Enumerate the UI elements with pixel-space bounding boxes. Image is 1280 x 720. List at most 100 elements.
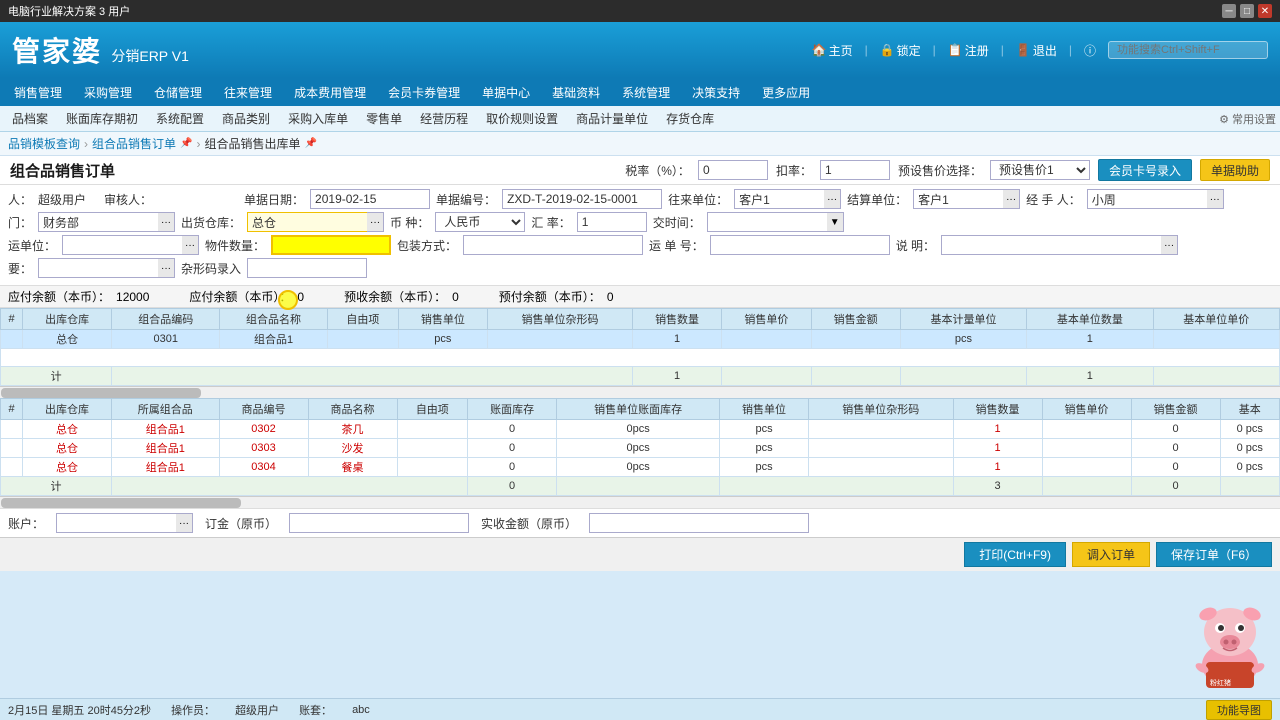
nav-purchase[interactable]: 采购管理 bbox=[74, 82, 142, 103]
print-button[interactable]: 打印(Ctrl+F9) bbox=[964, 542, 1066, 567]
main-table-hscroll-bar[interactable] bbox=[1, 388, 201, 398]
nav-warehouse[interactable]: 仓储管理 bbox=[144, 82, 212, 103]
exit-button[interactable]: 🚪 退出 bbox=[1016, 42, 1057, 59]
subnav-purchase-in[interactable]: 采购入库单 bbox=[280, 108, 356, 129]
subnav-uom[interactable]: 商品计量单位 bbox=[568, 108, 656, 129]
dept-dots[interactable]: ··· bbox=[158, 212, 175, 232]
warehouse-input[interactable] bbox=[247, 212, 367, 232]
sub-cell-stock: 0 bbox=[468, 439, 557, 458]
import-button[interactable]: 调入订单 bbox=[1072, 542, 1150, 567]
subnav-archive[interactable]: 品档案 bbox=[4, 108, 56, 129]
order-label: 订金（原币） bbox=[205, 515, 277, 532]
shipping-unit-dots[interactable]: ··· bbox=[182, 235, 199, 255]
package-input[interactable] bbox=[463, 235, 643, 255]
info-button[interactable]: ⓘ bbox=[1084, 42, 1096, 59]
note-label: 说 明： bbox=[896, 237, 935, 254]
settings-button[interactable]: ⚙ 常用设置 bbox=[1219, 111, 1276, 127]
dept-input[interactable] bbox=[38, 212, 158, 232]
nav-sales[interactable]: 销售管理 bbox=[4, 82, 72, 103]
requirement-input[interactable] bbox=[38, 258, 158, 278]
nav-transactions[interactable]: 往来管理 bbox=[214, 82, 282, 103]
maximize-button[interactable]: □ bbox=[1240, 4, 1254, 18]
exchange-dots[interactable]: ▼ bbox=[827, 212, 844, 232]
nav-costs[interactable]: 成本费用管理 bbox=[284, 82, 376, 103]
sub-table-row[interactable]: 总仓 组合品1 0303 沙发 0 0pcs pcs 1 0 0 pcs bbox=[1, 439, 1280, 458]
handler-dots[interactable]: ··· bbox=[1207, 189, 1224, 209]
breadcrumb-item-1[interactable]: 品销模板查询 bbox=[8, 135, 80, 152]
nav-system[interactable]: 系统管理 bbox=[612, 82, 680, 103]
handler-field: ··· bbox=[1087, 189, 1224, 209]
member-card-button[interactable]: 会员卡号录入 bbox=[1098, 159, 1192, 181]
th-base-unit: 基本计量单位 bbox=[900, 309, 1026, 330]
nav-more[interactable]: 更多应用 bbox=[752, 82, 820, 103]
discount-input[interactable] bbox=[820, 160, 890, 180]
warehouse-dots[interactable]: ··· bbox=[367, 212, 384, 232]
nav-documents[interactable]: 单据中心 bbox=[472, 82, 540, 103]
sub-table-hscroll-bar[interactable] bbox=[1, 498, 241, 508]
nav-basics[interactable]: 基础资料 bbox=[542, 82, 610, 103]
minimize-button[interactable]: ─ bbox=[1222, 4, 1236, 18]
exchange-field: ▼ bbox=[707, 212, 844, 232]
date-input[interactable] bbox=[310, 189, 430, 209]
rate-input[interactable] bbox=[577, 212, 647, 232]
sub-cell-qty: 1 bbox=[953, 439, 1042, 458]
tax-input[interactable] bbox=[698, 160, 768, 180]
th-code: 组合品编码 bbox=[112, 309, 220, 330]
preset-select[interactable]: 预设售价1 bbox=[990, 160, 1090, 180]
sub-th-seq: # bbox=[1, 399, 23, 420]
handler-input[interactable] bbox=[1087, 189, 1207, 209]
form-row-3: 运单位： ··· 物件数量： 包装方式： 运 单 号： 说 明： ··· bbox=[8, 235, 1272, 255]
docno-input[interactable] bbox=[502, 189, 662, 209]
sub-table-row[interactable]: 总仓 组合品1 0302 茶几 0 0pcs pcs 1 0 0 pcs bbox=[1, 420, 1280, 439]
requirement-dots[interactable]: ··· bbox=[158, 258, 175, 278]
form-row-2: 门： ··· 出货仓库： ··· 币 种： 人民币 汇 率： 交时间： ▼ bbox=[8, 212, 1272, 232]
home-button[interactable]: 🏠 主页 bbox=[812, 42, 853, 59]
shipping-no-input[interactable] bbox=[710, 235, 890, 255]
save-button[interactable]: 保存订单（F6） bbox=[1156, 542, 1272, 567]
account-dots[interactable]: ··· bbox=[176, 513, 193, 533]
settle-unit-input[interactable] bbox=[913, 189, 1003, 209]
close-button[interactable]: ✕ bbox=[1258, 4, 1272, 18]
actual-input[interactable] bbox=[589, 513, 809, 533]
sub-table-hscroll[interactable] bbox=[0, 496, 1280, 508]
sub-th-unit-stock: 销售单位账面库存 bbox=[557, 399, 720, 420]
cell-amount bbox=[811, 330, 900, 349]
main-table-hscroll[interactable] bbox=[0, 386, 1280, 398]
order-input[interactable] bbox=[289, 513, 469, 533]
shipping-unit-input[interactable] bbox=[62, 235, 182, 255]
settle-unit-dots[interactable]: ··· bbox=[1003, 189, 1020, 209]
footer-label: 计 bbox=[1, 367, 112, 386]
register-button[interactable]: 📋 注册 bbox=[948, 42, 989, 59]
target-unit-input[interactable] bbox=[734, 189, 824, 209]
note-input[interactable] bbox=[941, 235, 1161, 255]
assist-button[interactable]: 单据助助 bbox=[1200, 159, 1270, 181]
parts-count-input[interactable] bbox=[271, 235, 391, 255]
account-input[interactable] bbox=[56, 513, 176, 533]
note-dots[interactable]: ··· bbox=[1161, 235, 1178, 255]
th-unit: 销售单位 bbox=[398, 309, 487, 330]
currency-select[interactable]: 人民币 bbox=[435, 212, 525, 232]
sub-cell-warehouse: 总仓 bbox=[23, 439, 112, 458]
subnav-pricing[interactable]: 取价规则设置 bbox=[478, 108, 566, 129]
nav-membership[interactable]: 会员卡券管理 bbox=[378, 82, 470, 103]
exchange-input[interactable] bbox=[707, 212, 827, 232]
func-search-input[interactable] bbox=[1108, 41, 1268, 59]
table-row[interactable]: 总仓 0301 组合品1 pcs 1 pcs 1 bbox=[1, 330, 1280, 349]
tax-label: 税率（%）： bbox=[625, 162, 690, 179]
sub-table-row[interactable]: 总仓 组合品1 0304 餐桌 0 0pcs pcs 1 0 0 pcs bbox=[1, 458, 1280, 477]
subnav-retail[interactable]: 零售单 bbox=[358, 108, 410, 129]
breadcrumb-item-2[interactable]: 组合品销售订单 bbox=[92, 135, 176, 152]
sub-cell-name: 餐桌 bbox=[308, 458, 397, 477]
sub-cell-qty: 1 bbox=[953, 420, 1042, 439]
nav-decision[interactable]: 决策支持 bbox=[682, 82, 750, 103]
subnav-sysconfig[interactable]: 系统配置 bbox=[148, 108, 212, 129]
barcode-input[interactable] bbox=[247, 258, 367, 278]
help-button[interactable]: 功能导图 bbox=[1206, 700, 1272, 720]
footer-amount bbox=[811, 367, 900, 386]
subnav-ledger[interactable]: 账面库存期初 bbox=[58, 108, 146, 129]
subnav-history[interactable]: 经营历程 bbox=[412, 108, 476, 129]
subnav-warehouse[interactable]: 存货仓库 bbox=[658, 108, 722, 129]
target-unit-dots[interactable]: ··· bbox=[824, 189, 841, 209]
lock-button[interactable]: 🔒 锁定 bbox=[880, 42, 921, 59]
subnav-category[interactable]: 商品类别 bbox=[214, 108, 278, 129]
